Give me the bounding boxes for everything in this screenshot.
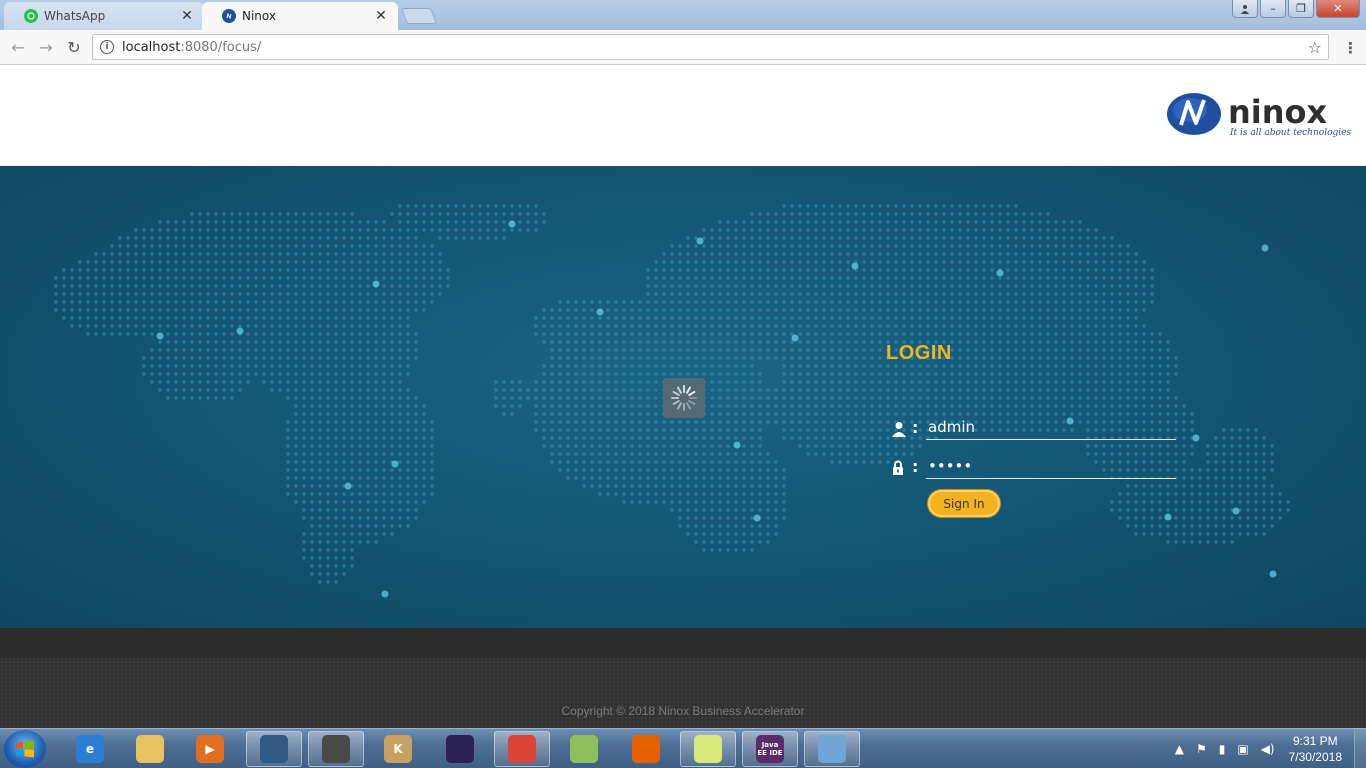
svg-text:It is all about technologies: It is all about technologies	[1229, 128, 1351, 138]
system-tray: ▲ ⚑ ▮ ▣ ◀) 9:31 PM 7/30/2018	[1169, 729, 1366, 768]
loading-spinner-icon	[663, 378, 705, 418]
page-footer: Copyright © 2018 Ninox Business Accelera…	[0, 628, 1366, 728]
taskbar-app-button[interactable]	[680, 731, 736, 767]
system-clock[interactable]: 9:31 PM 7/30/2018	[1289, 733, 1342, 765]
whatsapp-icon	[24, 9, 38, 23]
close-window-button[interactable]: ✕	[1316, 0, 1360, 18]
windows-taskbar: e ▶ K Java EE IDE ▲ ⚑ ▮ ▣ ◀) 9:31 PM 7/30/2…	[0, 728, 1366, 768]
back-icon[interactable]: ←	[8, 38, 28, 57]
browser-toolbar: ← → ↻ i localhost:8080/focus/ ☆ ⋮	[0, 30, 1366, 65]
taskbar-app-button[interactable]: ▶	[182, 731, 238, 767]
page-header: ninox It is all about technologies	[0, 66, 1366, 166]
profile-icon[interactable]	[1232, 0, 1258, 18]
taskbar-app-button[interactable]	[308, 731, 364, 767]
close-tab-icon[interactable]: ✕	[180, 8, 194, 24]
taskbar-app-button[interactable]	[618, 731, 674, 767]
password-input[interactable]	[926, 453, 1176, 479]
mysql-workbench-icon	[260, 735, 288, 763]
username-field-row: :	[890, 414, 1180, 442]
tab-title: WhatsApp	[44, 9, 106, 23]
action-center-flag-icon[interactable]: ⚑	[1196, 742, 1207, 756]
username-input[interactable]	[926, 414, 1176, 440]
minimize-button[interactable]: –	[1260, 0, 1286, 18]
login-title: LOGIN	[886, 342, 952, 364]
show-desktop-button[interactable]	[1354, 729, 1366, 768]
taskbar-app-button[interactable]: Java EE IDE	[742, 731, 798, 767]
taskbar-app-button[interactable]	[122, 731, 178, 767]
windows-logo-icon	[16, 740, 34, 758]
taskbar-app-button[interactable]: K	[370, 731, 426, 767]
sticky-notes-icon	[694, 735, 722, 763]
notepad-plus-icon	[570, 735, 598, 763]
taskbar-app-button[interactable]	[556, 731, 612, 767]
browser-menu-icon[interactable]: ⋮	[1343, 39, 1358, 57]
clock-date: 7/30/2018	[1288, 750, 1342, 764]
ninox-logo: ninox It is all about technologies	[1167, 93, 1351, 138]
copyright-text: Copyright © 2018 Ninox Business Accelera…	[561, 704, 805, 718]
k-app-icon: K	[384, 735, 412, 763]
show-hidden-icons-icon[interactable]: ▲	[1175, 742, 1184, 756]
tab-ninox[interactable]: Ninox ✕	[202, 2, 398, 30]
info-icon[interactable]: i	[100, 40, 114, 54]
url-text[interactable]: localhost:8080/focus/	[122, 40, 1308, 55]
javaee-ide-icon: Java EE IDE	[756, 735, 784, 763]
bookmark-star-icon[interactable]: ☆	[1308, 38, 1322, 57]
eclipse-icon	[446, 735, 474, 763]
login-form: LOGIN : : Sign In	[886, 342, 1186, 517]
media-app-icon	[322, 735, 350, 763]
battery-icon[interactable]: ▮	[1219, 742, 1226, 756]
taskbar-app-button[interactable]	[494, 731, 550, 767]
explorer-icon	[136, 735, 164, 763]
maximize-button[interactable]: ❐	[1288, 0, 1314, 18]
clock-time: 9:31 PM	[1292, 734, 1338, 748]
ninox-icon	[222, 9, 236, 23]
address-bar[interactable]: i localhost:8080/focus/ ☆	[92, 34, 1329, 60]
window-controls: – ❐ ✕	[1232, 0, 1360, 18]
password-field-row: :	[890, 453, 1180, 481]
taskbar-app-button[interactable]	[246, 731, 302, 767]
taskbar-app-button[interactable]: e	[62, 731, 118, 767]
network-icon[interactable]: ▣	[1237, 742, 1248, 756]
forward-icon[interactable]: →	[36, 38, 56, 57]
media-player-icon: ▶	[196, 735, 224, 763]
svg-text:ninox: ninox	[1228, 93, 1328, 131]
taskbar-app-button[interactable]	[432, 731, 488, 767]
reload-icon[interactable]: ↻	[64, 38, 84, 57]
volume-icon[interactable]: ◀)	[1261, 742, 1275, 756]
sign-in-button[interactable]: Sign In	[928, 490, 1000, 517]
firefox-icon	[632, 735, 660, 763]
new-tab-button[interactable]	[401, 8, 437, 24]
start-button[interactable]	[4, 730, 46, 768]
paint-icon	[818, 735, 846, 763]
taskbar-app-button[interactable]	[804, 731, 860, 767]
login-hero: LOGIN : : Sign In	[0, 166, 1366, 628]
browser-titlebar: WhatsApp ✕ Ninox ✕ – ❐ ✕	[0, 0, 1366, 30]
tab-title: Ninox	[242, 9, 276, 23]
close-tab-icon[interactable]: ✕	[374, 8, 388, 24]
tab-whatsapp[interactable]: WhatsApp ✕	[4, 2, 204, 30]
chrome-icon	[508, 735, 536, 763]
ie-icon: e	[76, 735, 104, 763]
